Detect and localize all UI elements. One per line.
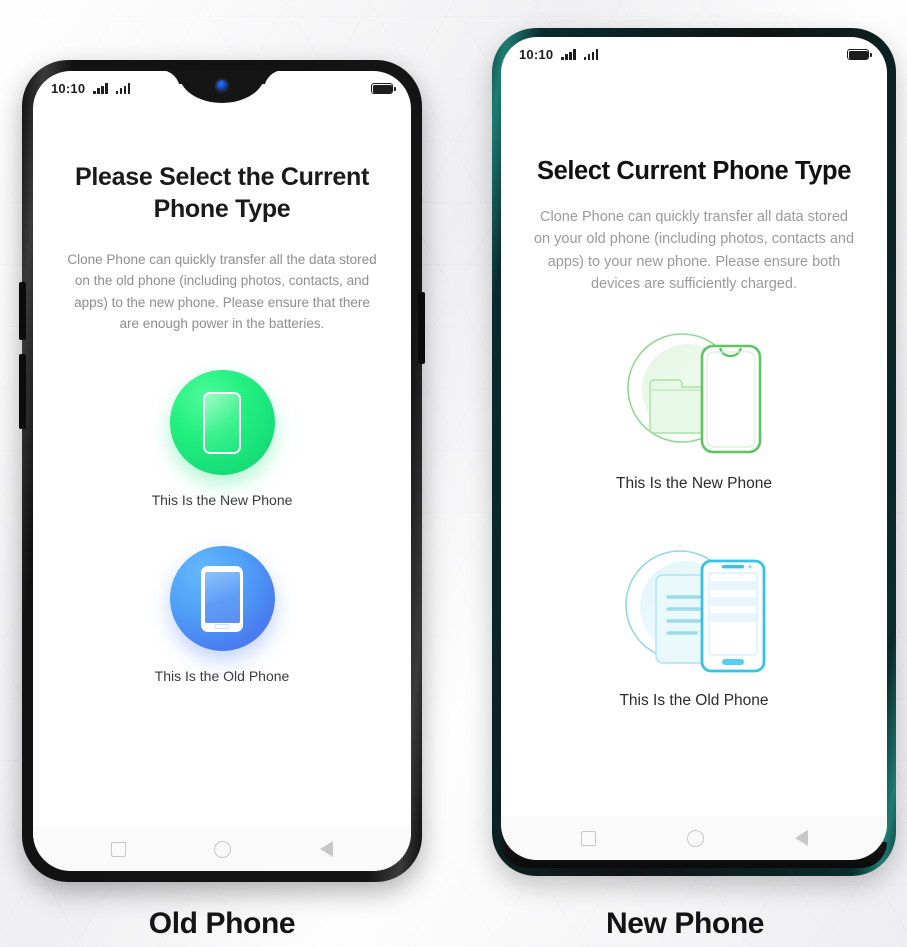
new-phone-device: 10:10 Select Current Phone Type Clone Ph… — [492, 28, 896, 876]
new-phone-navbar — [501, 816, 887, 860]
new-phone-content: Select Current Phone Type Clone Phone ca… — [501, 71, 887, 816]
page-title: Select Current Phone Type — [536, 157, 852, 185]
statusbar-time: 10:10 — [519, 46, 554, 62]
new-phone-circle-icon[interactable] — [169, 370, 275, 476]
circle-icon[interactable] — [686, 829, 704, 847]
old-phone-content: Please Select the Current Phone Type Clo… — [33, 105, 411, 827]
old-phone-device: 10:10 Please Select the Current Phone Ty… — [19, 60, 425, 882]
option-old-phone-label: This Is the Old Phone — [619, 691, 769, 709]
circle-icon[interactable] — [214, 840, 232, 858]
volume-up-button[interactable] — [19, 282, 26, 340]
statusbar-time: 10:10 — [51, 80, 86, 96]
option-old-phone[interactable]: This Is the Old Phone — [517, 535, 871, 710]
caption-new-phone: New Phone — [605, 907, 765, 940]
signal-bars-icon-1 — [93, 82, 108, 94]
new-phone-lineart-icon[interactable] — [614, 318, 774, 460]
phone-solid-glyph — [201, 565, 243, 632]
power-button[interactable] — [418, 292, 425, 364]
phone-outline-glyph — [203, 391, 241, 454]
old-phone-circle-icon[interactable] — [169, 546, 275, 652]
option-new-phone[interactable]: This Is the New Phone — [517, 318, 871, 493]
old-phone-screen: 10:10 Please Select the Current Phone Ty… — [33, 71, 411, 871]
square-icon[interactable] — [580, 830, 596, 846]
new-phone-statusbar: 10:10 — [501, 37, 887, 71]
new-phone-screen: 10:10 Select Current Phone Type Clone Ph… — [501, 37, 887, 860]
page-description: Clone Phone can quickly transfer all dat… — [533, 209, 855, 293]
old-phone-lineart-icon[interactable] — [614, 535, 774, 677]
triangle-back-icon[interactable] — [319, 841, 333, 857]
volume-down-button[interactable] — [19, 354, 26, 429]
front-camera-icon — [214, 78, 230, 93]
square-icon[interactable] — [111, 841, 127, 857]
option-new-phone-label: This Is the New Phone — [151, 492, 293, 509]
option-new-phone-label: This Is the New Phone — [616, 474, 772, 492]
battery-full-icon — [847, 48, 872, 60]
page-description: Clone Phone can quickly transfer all the… — [67, 252, 377, 331]
option-new-phone[interactable]: This Is the New Phone — [49, 370, 395, 508]
signal-bars-icon-2 — [583, 48, 599, 60]
battery-full-icon — [371, 82, 396, 94]
signal-bars-icon-1 — [561, 48, 576, 60]
option-old-phone[interactable]: This Is the Old Phone — [49, 546, 395, 684]
option-old-phone-label: This Is the Old Phone — [154, 668, 290, 685]
caption-old-phone: Old Phone — [148, 907, 296, 940]
signal-bars-icon-2 — [115, 82, 131, 94]
page-title: Please Select the Current Phone Type — [74, 163, 369, 223]
triangle-back-icon[interactable] — [794, 830, 808, 846]
old-phone-navbar — [33, 827, 411, 871]
